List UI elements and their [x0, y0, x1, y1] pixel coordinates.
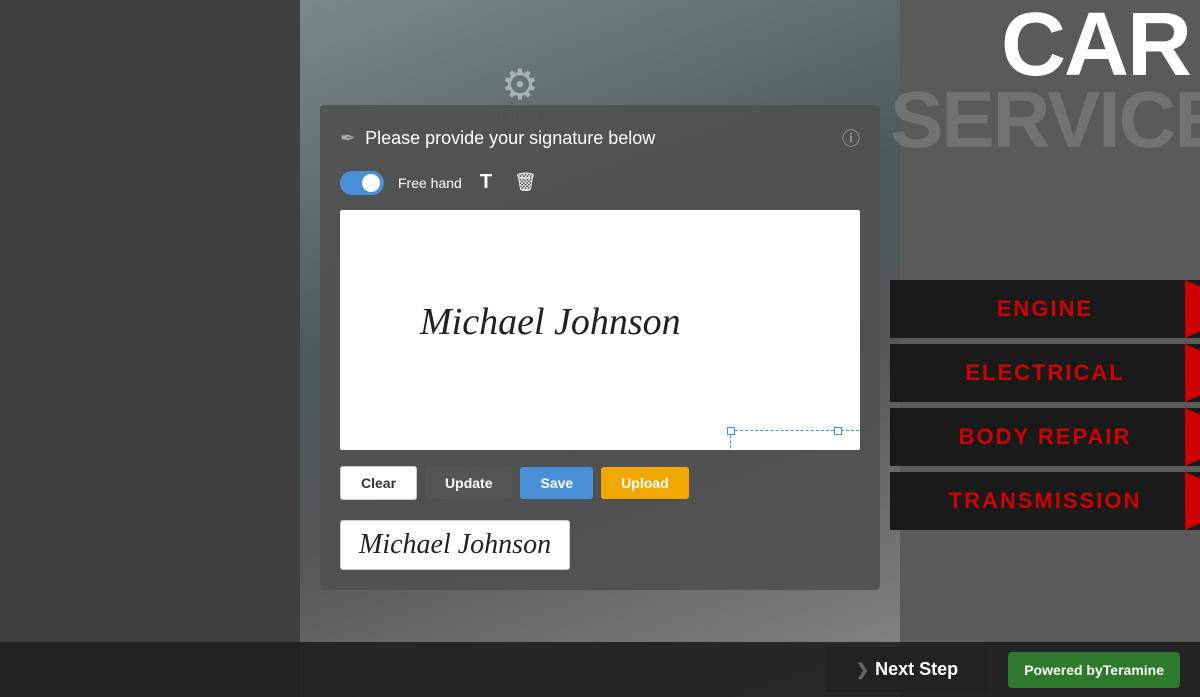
modal-title-text: Please provide your signature below — [365, 128, 655, 149]
freehand-label: Free hand — [398, 175, 462, 191]
handle-tm — [834, 427, 842, 435]
service-item-label: BODY REPAIR — [959, 424, 1132, 450]
next-step-button[interactable]: ❯ Next Step — [826, 647, 988, 692]
service-title-text: SERVICE — [890, 80, 1200, 160]
brand-title: CAR SERVICE — [890, 0, 1200, 160]
link-icon: ✒ — [340, 128, 355, 149]
upload-button[interactable]: Upload — [601, 467, 688, 499]
service-item-label: ELECTRICAL — [965, 360, 1124, 386]
trash-icon[interactable]: 🗑 — [510, 168, 541, 197]
handle-tl — [727, 427, 735, 435]
selection-box — [730, 430, 860, 450]
modal-header: ✒ Please provide your signature below ⓘ — [340, 125, 860, 151]
freehand-toggle[interactable] — [340, 171, 384, 195]
service-item-body-repair[interactable]: BODY REPAIR — [890, 408, 1200, 466]
text-tool-icon[interactable]: T — [476, 167, 496, 198]
service-menu: ENGINE ELECTRICAL BODY REPAIR TRANSMISSI… — [890, 280, 1200, 530]
gear-icon: ⚙ — [500, 60, 540, 109]
update-button[interactable]: Update — [425, 467, 512, 499]
bottom-bar: ❯ Next Step Powered byTeramine — [0, 642, 1200, 697]
signature-canvas-text: Michael Johnson — [420, 300, 681, 344]
info-icon[interactable]: ⓘ — [842, 125, 860, 151]
save-button[interactable]: Save — [520, 467, 593, 499]
brand-name: Teramine — [1103, 662, 1164, 678]
arrow-icon: ❯ — [856, 660, 869, 680]
clear-button[interactable]: Clear — [340, 466, 417, 500]
signature-preview-text: Michael Johnson — [359, 529, 551, 560]
powered-by-badge: Powered byTeramine — [1008, 652, 1180, 688]
next-step-label: Next Step — [875, 659, 958, 680]
signature-modal: ✒ Please provide your signature below ⓘ … — [320, 105, 880, 590]
service-item-electrical[interactable]: ELECTRICAL — [890, 344, 1200, 402]
service-item-label: TRANSMISSION — [949, 488, 1142, 514]
signature-toolbar: Free hand T 🗑 — [340, 167, 860, 198]
service-item-label: ENGINE — [997, 296, 1093, 322]
signature-preview: Michael Johnson — [340, 520, 570, 570]
signature-canvas[interactable]: Michael Johnson — [340, 210, 860, 450]
modal-title-row: ✒ Please provide your signature below — [340, 128, 655, 149]
service-item-transmission[interactable]: TRANSMISSION — [890, 472, 1200, 530]
service-item-engine[interactable]: ENGINE — [890, 280, 1200, 338]
powered-by-text: Powered by — [1024, 662, 1103, 678]
toggle-thumb — [362, 174, 380, 192]
action-buttons: Clear Update Save Upload — [340, 466, 860, 500]
